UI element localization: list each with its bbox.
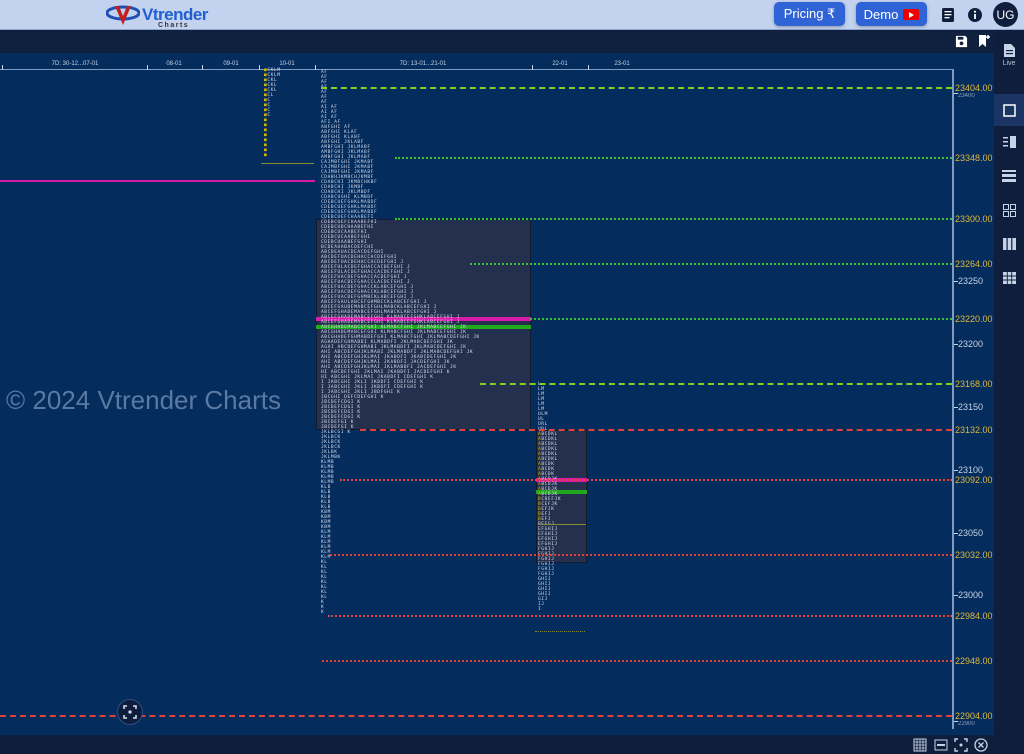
reference-level-label: 23132.00 [955, 424, 993, 435]
price-tick-label: 23250 [958, 276, 984, 287]
columns-layout-button[interactable] [994, 230, 1024, 258]
date-label: 23-01 [614, 61, 630, 67]
reference-level-label: 23092.00 [955, 474, 993, 485]
reference-level-line [395, 157, 952, 160]
date-label: 09-01 [223, 61, 239, 67]
focus-icon[interactable] [954, 738, 968, 752]
reference-level-label: 22904.00 [955, 711, 993, 721]
ib-line-22-01 [540, 523, 586, 525]
watermark: © 2024 Vtrender Charts [6, 385, 281, 415]
save-icon[interactable] [955, 35, 968, 48]
price-axis[interactable] [952, 69, 954, 729]
grid-3x3-layout-button[interactable] [994, 264, 1024, 292]
price-tick-label: 23400 [958, 93, 975, 100]
reference-level-line [328, 614, 952, 617]
date-label: 22-01 [552, 61, 568, 67]
price-tick-label: 23050 [958, 527, 984, 538]
price-tick-label: 23200 [958, 339, 984, 350]
live-button[interactable]: Live [994, 37, 1024, 73]
date-tick [202, 65, 203, 70]
tpo-column-7d: AF AF AF AF AF AF AF AI AF AI AF AI AF A… [321, 70, 480, 615]
date-tick [259, 65, 260, 70]
single-layout-icon [1002, 103, 1016, 117]
date-tick [147, 65, 148, 70]
bottom-bar [0, 735, 994, 754]
left-profile-poc-line [0, 179, 315, 182]
info-icon[interactable] [967, 7, 983, 23]
date-tick [2, 65, 3, 70]
reference-level-line [480, 383, 952, 386]
price-tick-label: 22900 [958, 721, 975, 728]
demo-button[interactable]: Demo [856, 2, 927, 26]
date-label: 7D: 13-01...21-01 [399, 61, 447, 67]
split-layout-icon [1002, 136, 1016, 148]
price-tick-label: 23000 [958, 590, 984, 601]
abc-icon[interactable] [934, 738, 948, 752]
tpo-chart[interactable]: © 2024 Vtrender Charts 7D: 30-12...07-01… [0, 53, 994, 735]
close-circle-icon[interactable] [974, 738, 988, 752]
logo-v-icon [106, 5, 140, 25]
logo[interactable]: Vtrender Charts [106, 2, 208, 29]
grid-2x2-layout-icon [1002, 203, 1016, 217]
notes-icon[interactable] [940, 7, 956, 23]
reference-level-line [322, 659, 952, 662]
price-tick-label: 23150 [958, 402, 984, 413]
reference-level-label: 22984.00 [955, 610, 993, 621]
close-line-10-01 [261, 163, 314, 164]
rows-layout-icon [1002, 170, 1016, 182]
reference-level-line [530, 318, 952, 321]
avatar-initials: UG [996, 7, 1015, 22]
date-tick [315, 65, 316, 70]
reference-level-label: 23404.00 [955, 83, 993, 93]
split-layout-button[interactable] [994, 128, 1024, 156]
user-avatar[interactable]: UG [993, 2, 1018, 27]
close-line-22-01 [535, 630, 585, 632]
reference-level-label: 23168.00 [955, 379, 993, 390]
reference-level-label: 23348.00 [955, 153, 993, 164]
youtube-icon [903, 8, 920, 20]
grid-2x2-layout-button[interactable] [994, 196, 1024, 224]
date-label: 10-01 [279, 61, 295, 67]
tpo-column-10-01: ■CKLM ■CKLM ■CKL ■CKL ■CKL ■CL ■C ■C ■C … [264, 68, 281, 158]
reference-level-line [321, 87, 952, 89]
reference-level-label: 22948.00 [955, 655, 993, 666]
reference-level-label: 23264.00 [955, 258, 993, 269]
reference-level-label: 23300.00 [955, 213, 993, 224]
columns-layout-icon [1002, 238, 1016, 250]
pricing-label: Pricing ₹ [783, 6, 836, 21]
reference-level-line [340, 478, 952, 481]
demo-label: Demo [863, 6, 899, 22]
logo-subtitle: Charts [158, 22, 190, 29]
date-label: 7D: 30-12...07-01 [51, 61, 99, 67]
right-panel: Live [994, 31, 1024, 754]
grid-icon[interactable] [913, 738, 927, 752]
date-tick [588, 65, 589, 70]
date-label: 08-01 [166, 61, 182, 67]
fullscreen-button[interactable] [117, 699, 143, 725]
price-tick-label: 23100 [958, 464, 984, 475]
pricing-button[interactable]: Pricing ₹ [774, 2, 845, 26]
live-label: Live [1002, 60, 1016, 67]
reference-level-line [470, 262, 952, 265]
top-bar: Vtrender Charts Pricing ₹ Demo UG [0, 0, 1024, 30]
tpo-column-22-01: L LM LM LM LM LM ULM UL URL URL ABCDKL A… [538, 382, 562, 612]
reference-level-line [395, 217, 952, 220]
reference-level-label: 23032.00 [955, 550, 993, 561]
rows-layout-button[interactable] [994, 162, 1024, 190]
chart-toolbar [0, 31, 994, 53]
reference-level-label: 23220.00 [955, 314, 993, 325]
reference-level-line [330, 554, 952, 557]
single-layout-button[interactable] [994, 94, 1024, 126]
bookmark-add-icon[interactable] [978, 34, 991, 48]
grid-3x3-layout-icon [1002, 272, 1016, 284]
reference-level-line [0, 715, 952, 717]
live-notes-icon [1003, 44, 1015, 57]
focus-icon [123, 705, 137, 719]
date-tick [532, 65, 533, 70]
reference-level-line [360, 428, 952, 431]
